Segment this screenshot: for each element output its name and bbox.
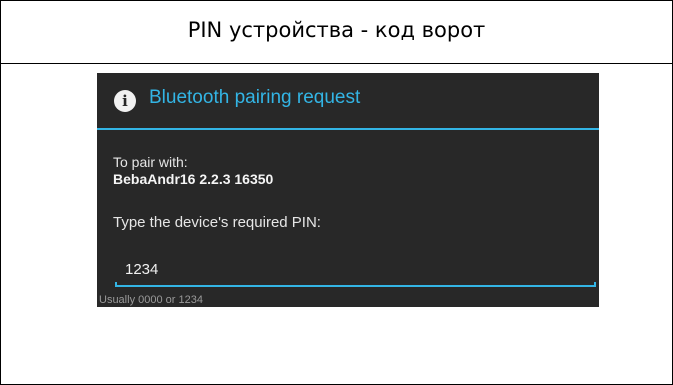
dialog-title: Bluetooth pairing request bbox=[149, 87, 361, 108]
pair-with-label: To pair with: bbox=[113, 154, 188, 170]
info-icon: i bbox=[114, 90, 136, 112]
page-title: PIN устройства - код ворот bbox=[187, 18, 486, 42]
bluetooth-pairing-dialog: i Bluetooth pairing request To pair with… bbox=[97, 73, 599, 307]
dialog-title-bar: i Bluetooth pairing request bbox=[97, 73, 599, 130]
header-cell: PIN устройства - код ворот bbox=[1, 1, 672, 64]
pin-input-underline bbox=[115, 285, 596, 287]
pin-input[interactable]: 1234 bbox=[115, 259, 596, 287]
pin-prompt-label: Type the device's required PIN: bbox=[113, 214, 321, 231]
pin-hint: Usually 0000 or 1234 bbox=[99, 294, 203, 306]
pin-input-underline-left-tick bbox=[115, 282, 117, 287]
device-name: BebaAndr16 2.2.3 16350 bbox=[113, 171, 274, 187]
page-frame: PIN устройства - код ворот i Bluetooth p… bbox=[0, 0, 673, 385]
pin-input-value[interactable]: 1234 bbox=[125, 261, 158, 278]
pin-input-underline-right-tick bbox=[594, 282, 596, 287]
